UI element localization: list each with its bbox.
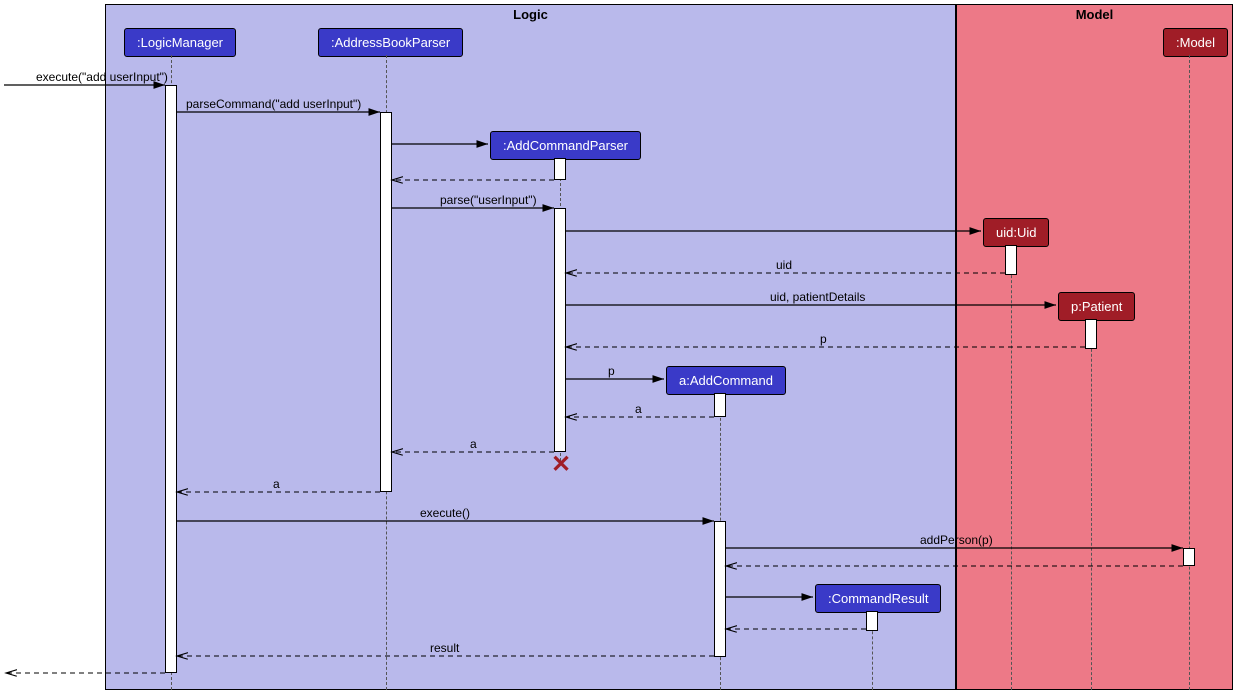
- participant-patient: p:Patient: [1058, 292, 1135, 321]
- activation-add-command-parser-1: [554, 158, 566, 180]
- participant-add-command: a:AddCommand: [666, 366, 786, 395]
- activation-command-result: [866, 611, 878, 631]
- msg-execute: execute("add userInput"): [36, 70, 168, 84]
- activation-add-command-1: [714, 393, 726, 417]
- activation-logic-manager: [165, 85, 177, 673]
- frame-title-logic: Logic: [507, 5, 554, 24]
- msg-a-return3: a: [273, 477, 280, 491]
- participant-address-book-parser: :AddressBookParser: [318, 28, 463, 57]
- msg-execute-cmd: execute(): [420, 506, 470, 520]
- msg-p-send: p: [608, 364, 615, 378]
- msg-p-return: p: [820, 332, 827, 346]
- activation-address-book-parser: [380, 112, 392, 492]
- msg-parse: parse("userInput"): [440, 193, 537, 207]
- lifeline-model: [1189, 55, 1190, 690]
- activation-model: [1183, 548, 1195, 566]
- msg-addperson: addPerson(p): [920, 533, 993, 547]
- msg-uid-patientdetails: uid, patientDetails: [770, 290, 865, 304]
- participant-logic-manager: :LogicManager: [124, 28, 236, 57]
- sequence-diagram: Logic Model :LogicManager :AddressBookPa…: [0, 0, 1237, 694]
- participant-add-command-parser: :AddCommandParser: [490, 131, 641, 160]
- msg-result: result: [430, 641, 459, 655]
- lifeline-patient: [1091, 319, 1092, 690]
- activation-add-command-2: [714, 521, 726, 657]
- activation-patient: [1085, 319, 1097, 349]
- frame-title-model: Model: [1070, 5, 1120, 24]
- activation-add-command-parser-2: [554, 208, 566, 452]
- participant-command-result: :CommandResult: [815, 584, 941, 613]
- destroy-icon: ✕: [551, 450, 571, 479]
- msg-uid-return: uid: [776, 258, 792, 272]
- activation-uid: [1005, 245, 1017, 275]
- lifeline-uid: [1011, 245, 1012, 690]
- participant-model: :Model: [1163, 28, 1228, 57]
- msg-a-return1: a: [635, 402, 642, 416]
- msg-parse-command: parseCommand("add userInput"): [186, 97, 361, 111]
- participant-uid: uid:Uid: [983, 218, 1049, 247]
- msg-a-return2: a: [470, 437, 477, 451]
